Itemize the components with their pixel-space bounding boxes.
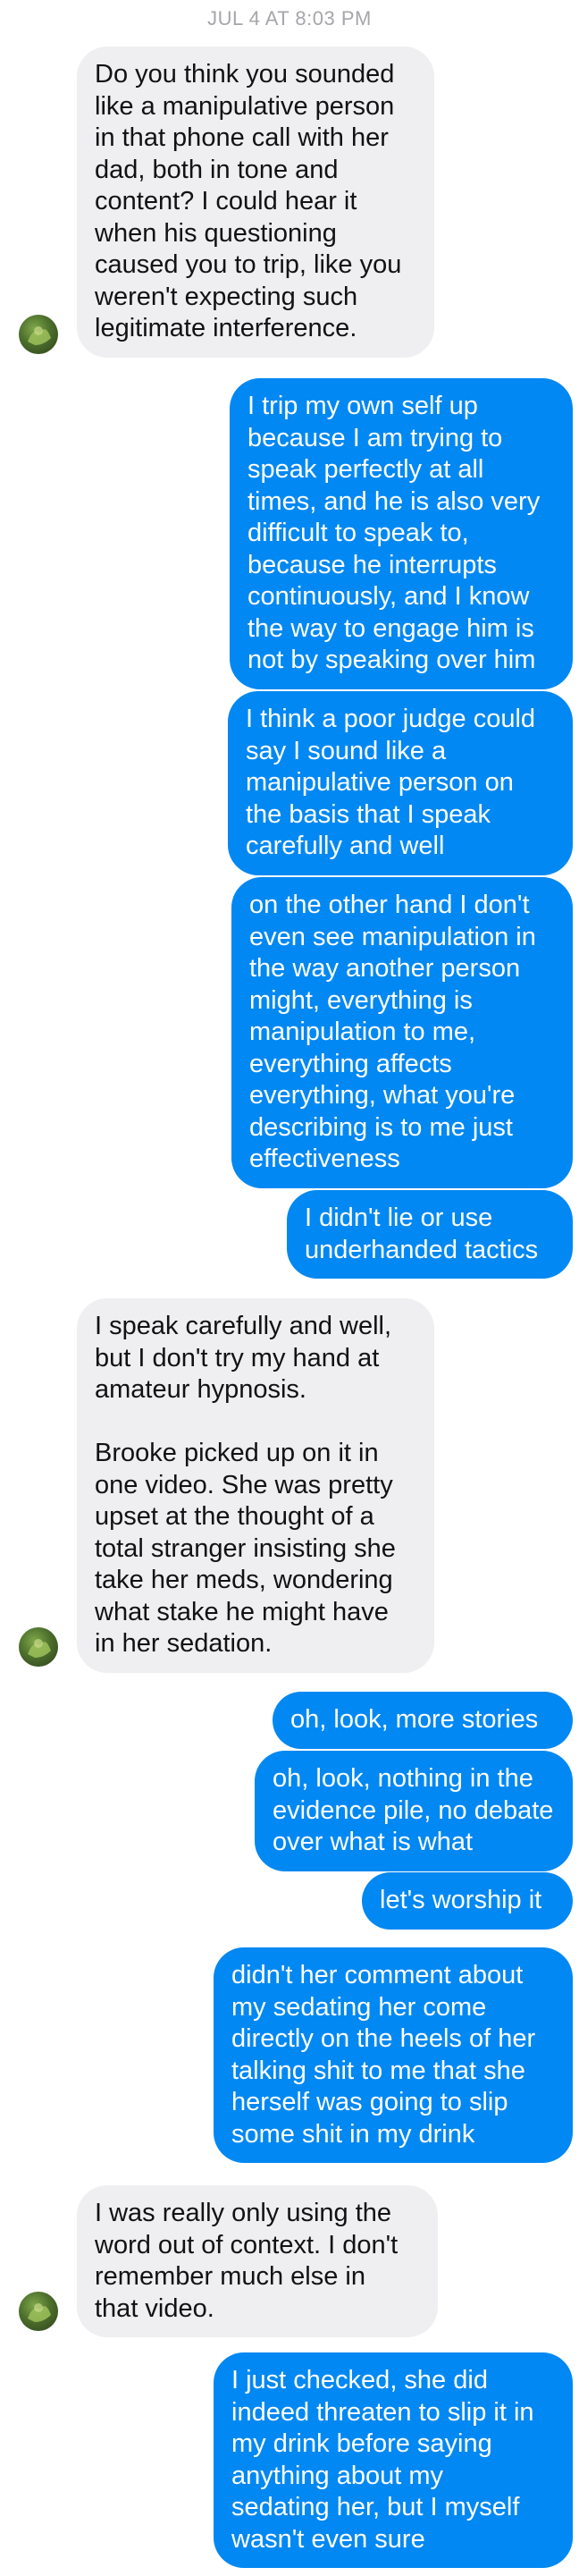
contact-avatar-icon[interactable] xyxy=(19,2292,58,2331)
outgoing-message-bubble[interactable]: I trip my own self up because I am tryin… xyxy=(230,378,573,689)
incoming-message-bubble[interactable]: I was really only using the word out of … xyxy=(77,2185,438,2337)
outgoing-message-bubble[interactable]: didn't her comment about my sedating her… xyxy=(214,1947,573,2163)
outgoing-message-bubble[interactable]: oh, look, more stories xyxy=(273,1692,573,1749)
outgoing-message-bubble[interactable]: let's worship it xyxy=(362,1872,573,1930)
outgoing-message-bubble[interactable]: I just checked, she did indeed threaten … xyxy=(214,2352,573,2568)
contact-avatar-icon[interactable] xyxy=(19,315,58,354)
incoming-message-bubble[interactable]: I speak carefully and well, but I don't … xyxy=(77,1298,434,1673)
thread-timestamp: JUL 4 AT 8:03 PM xyxy=(207,7,372,30)
contact-avatar-icon[interactable] xyxy=(19,1627,58,1667)
outgoing-message-bubble[interactable]: I didn't lie or use underhanded tactics xyxy=(287,1190,573,1279)
incoming-message-bubble[interactable]: Do you think you sounded like a manipula… xyxy=(77,46,434,358)
outgoing-message-bubble[interactable]: oh, look, nothing in the evidence pile, … xyxy=(255,1751,573,1871)
outgoing-message-bubble[interactable]: I think a poor judge could say I sound l… xyxy=(228,691,573,875)
outgoing-message-bubble[interactable]: on the other hand I don't even see manip… xyxy=(231,877,573,1188)
